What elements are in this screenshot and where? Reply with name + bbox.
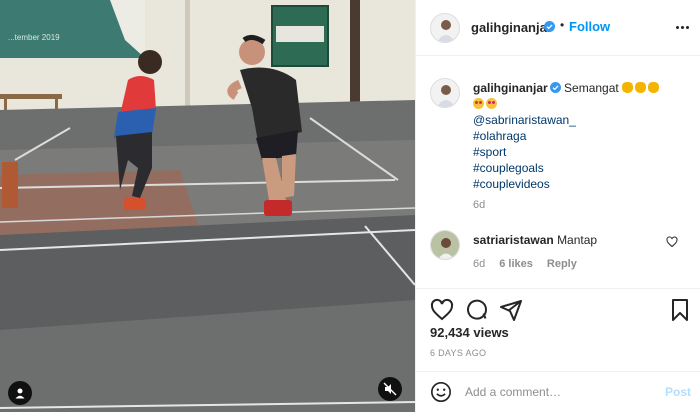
comment-timestamp[interactable]: 6d xyxy=(473,258,485,270)
add-comment-bar: Post xyxy=(416,371,700,412)
post-header: galihginanjar • Follow xyxy=(416,0,700,56)
ellipsis-icon xyxy=(675,25,679,29)
hashtag-link[interactable]: #couplegoals xyxy=(473,160,688,176)
comment-likes[interactable]: 6 likes xyxy=(499,258,533,270)
comment-reply-button[interactable]: Reply xyxy=(547,258,577,270)
smiley-icon[interactable] xyxy=(430,381,452,403)
avatar[interactable] xyxy=(430,13,460,43)
paper-plane-icon[interactable] xyxy=(499,298,523,322)
separator-dot: • xyxy=(560,18,565,32)
post-date[interactable]: 6 DAYS AGO xyxy=(430,348,486,358)
caption-mention[interactable]: @sabrinaristawan_ xyxy=(473,112,688,128)
video-player[interactable]: ...tember 2019 xyxy=(0,0,415,412)
hashtag-link[interactable]: #olahraga xyxy=(473,128,688,144)
view-count[interactable]: 92,434 views xyxy=(430,325,509,340)
fist-bump-emoji-icon xyxy=(635,82,647,93)
speech-bubble-icon[interactable] xyxy=(465,298,489,322)
post-sidebar: galihginanjar • Follow galihginanjar Sem… xyxy=(415,0,700,412)
caption-timestamp[interactable]: 6d xyxy=(473,199,485,211)
comment-username[interactable]: satriaristawan xyxy=(473,233,554,247)
follow-button[interactable]: Follow xyxy=(569,19,610,34)
caption-text: Semangat xyxy=(564,81,619,95)
caption-avatar[interactable] xyxy=(430,78,460,108)
hashtag-link[interactable]: #couplevideos xyxy=(473,176,688,192)
tag-people-button[interactable] xyxy=(8,381,32,405)
bookmark-icon[interactable] xyxy=(668,298,692,322)
heart-eyes-emoji-icon xyxy=(473,98,484,109)
comment-item: satriaristawan Mantap xyxy=(473,233,597,247)
hashtag-link[interactable]: #sport xyxy=(473,144,688,160)
heart-icon[interactable] xyxy=(430,298,454,322)
post-comment-button[interactable]: Post xyxy=(665,385,691,399)
fist-bump-emoji-icon xyxy=(622,82,634,93)
heart-icon[interactable] xyxy=(666,236,678,248)
heart-eyes-emoji-icon xyxy=(486,98,497,109)
post-caption: galihginanjar Semangat @sabrinaristawan_… xyxy=(473,80,688,192)
caption-username[interactable]: galihginanjar xyxy=(473,81,548,95)
verified-badge-icon xyxy=(549,82,561,93)
comment-meta: 6d 6 likes Reply xyxy=(473,258,577,270)
user-icon xyxy=(15,388,25,399)
wall-banner-text: ...tember 2019 xyxy=(8,33,60,42)
fist-bump-emoji-icon xyxy=(648,82,660,93)
comment-text: Mantap xyxy=(557,233,598,247)
video-frame: ...tember 2019 xyxy=(0,0,415,412)
more-options-button[interactable] xyxy=(672,17,692,37)
comment-input[interactable] xyxy=(465,383,645,401)
speaker-muted-icon xyxy=(383,382,397,396)
comment-avatar[interactable] xyxy=(430,230,460,260)
verified-badge-icon xyxy=(544,21,555,32)
post-actions-bar xyxy=(416,288,700,328)
post-author-username[interactable]: galihginanjar xyxy=(471,20,552,35)
mute-button[interactable] xyxy=(378,377,402,401)
